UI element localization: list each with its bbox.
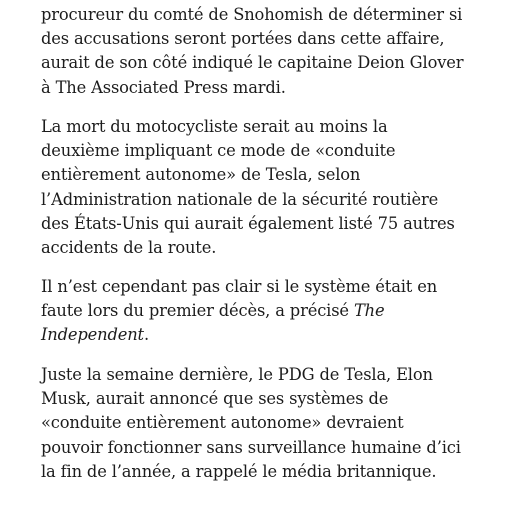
text-line: des États-Unis qui aurait également list… [41,213,455,233]
text-line: pouvoir fonctionner sans surveillance hu… [41,437,461,457]
text-fragment: faute lors du premier décès, a précisé [41,301,354,321]
text-line: Juste la semaine dernière, le PDG de Tes… [41,365,433,384]
paragraph-prosecutor-decision: procureur du comté de Snohomish de déter… [41,3,481,100]
text-line: à The Associated Press mardi. [41,77,286,97]
publication-name-italic: The [353,301,385,321]
text-line: Musk, aurait annoncé que ses systèmes de [41,389,389,409]
publication-name-italic: Independent [41,325,144,345]
text-line: La mort du motocycliste serait au moins … [41,117,388,136]
text-line: entièrement autonome» de Tesla, selon [41,165,361,185]
text-line: faute lors du premier décès, a précisé T… [41,299,481,323]
text-line: aurait de son côté indiqué le capitaine … [41,53,464,73]
paragraph-motorcyclist-death: La mort du motocycliste serait au moins … [41,115,481,260]
paragraph-musk-announcement: Juste la semaine dernière, le PDG de Tes… [41,363,481,484]
text-line: deuxième impliquant ce mode de «conduite [41,141,396,161]
text-line: Independent. [41,323,481,347]
paragraph-first-death-unclear: Il n’est cependant pas clair si le systè… [41,275,481,348]
text-line: la fin de l’année, a rappelé le média br… [41,461,437,481]
text-fragment: . [143,325,149,345]
text-line: procureur du comté de Snohomish de déter… [41,5,463,24]
text-line: l’Administration nationale de la sécurit… [41,189,439,209]
text-line: des accusations seront portées dans cett… [41,29,445,49]
text-line: «conduite entièrement autonome» devraien… [41,413,404,433]
text-line: Il n’est cependant pas clair si le systè… [41,277,438,296]
text-line: accidents de la route. [41,238,217,258]
